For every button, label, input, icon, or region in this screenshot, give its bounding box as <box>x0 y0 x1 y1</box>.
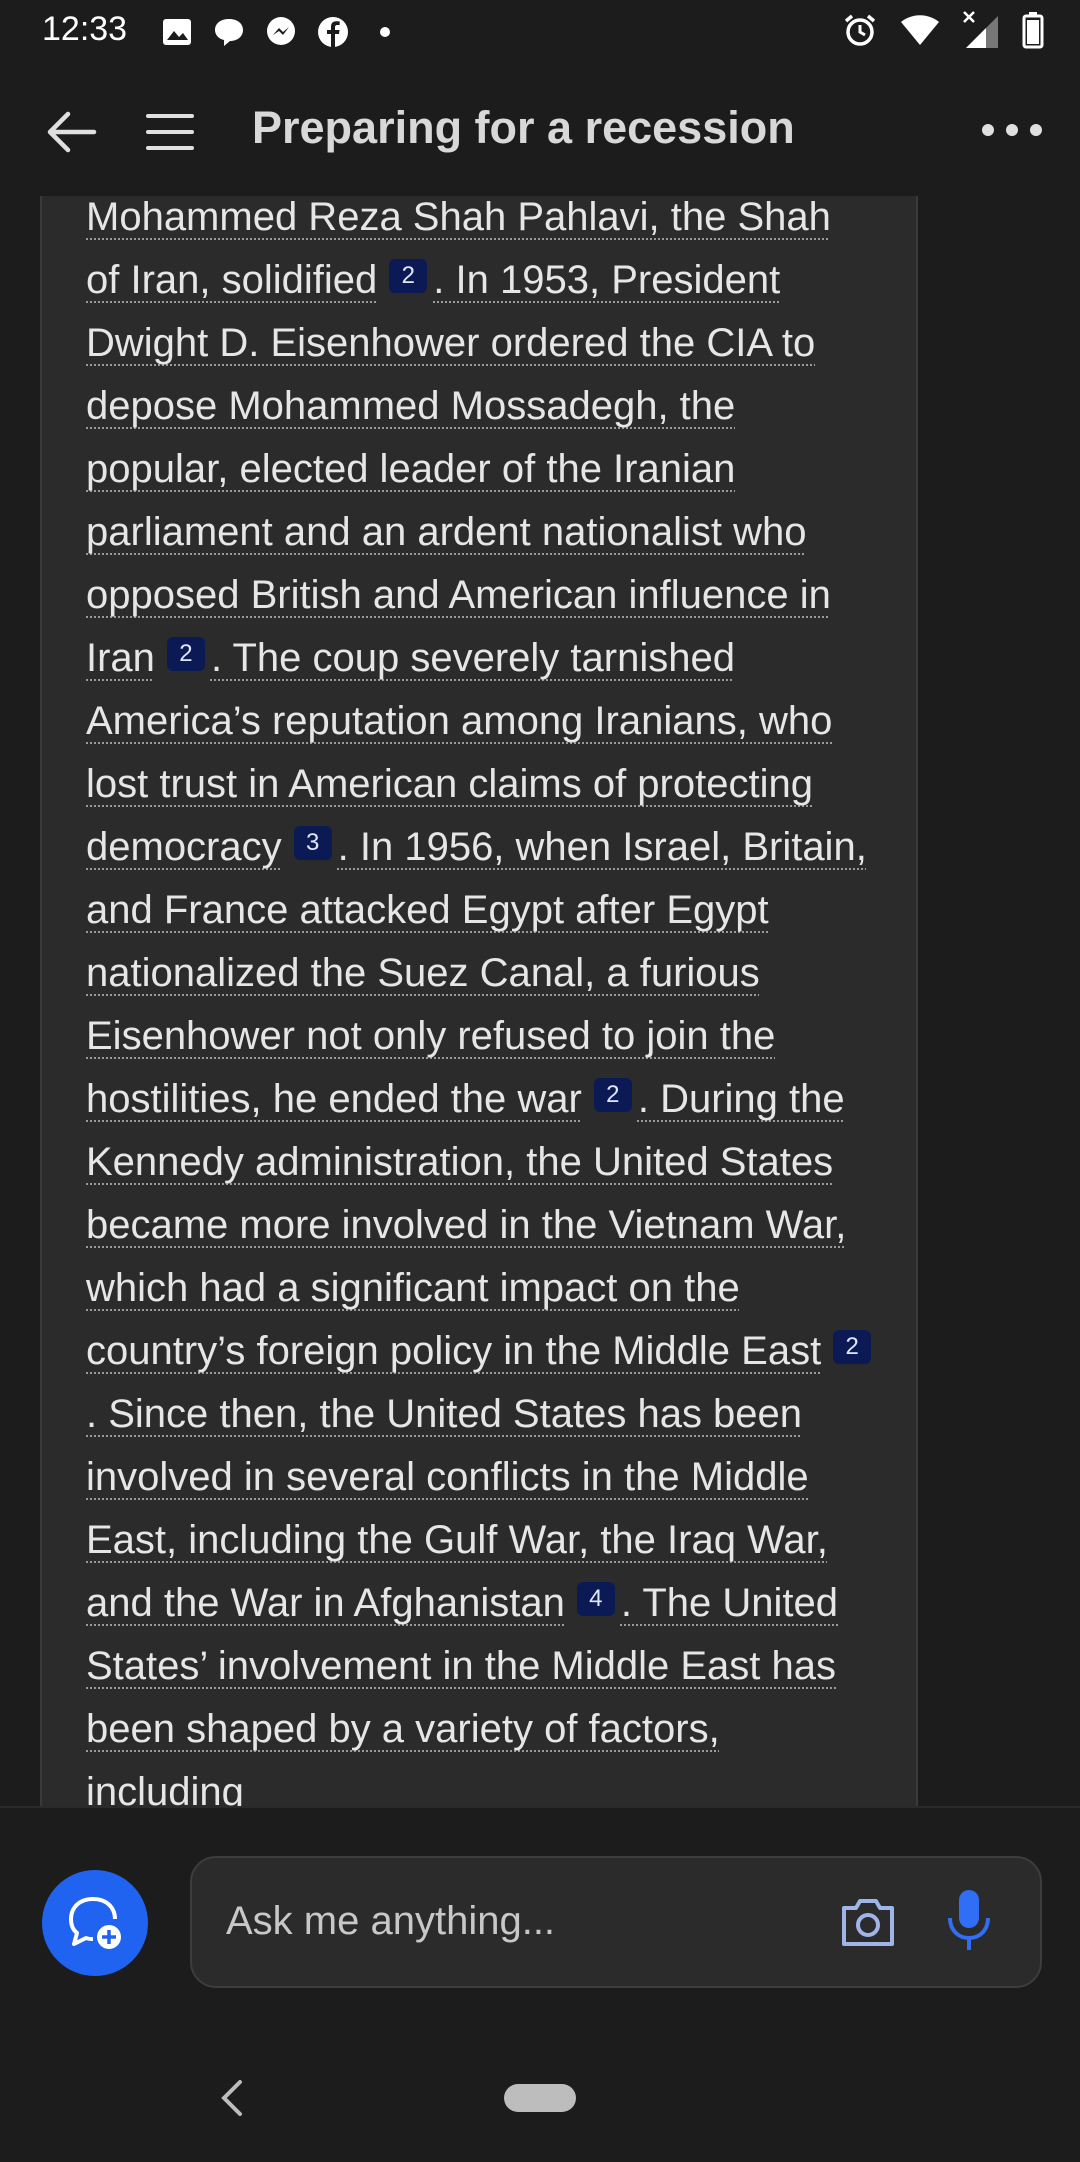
gallery-icon <box>163 19 191 45</box>
ask-box <box>190 1856 1042 1988</box>
system-icons <box>842 10 1044 50</box>
assistant-message-card: Mohammed Reza Shah Pahlavi, the Shah of … <box>40 196 918 1806</box>
citation-badge[interactable]: 2 <box>833 1330 872 1364</box>
new-topic-button[interactable] <box>42 1870 148 1976</box>
page-title: Preparing for a recession <box>252 102 795 153</box>
hamburger-menu-button[interactable] <box>142 104 198 160</box>
citation-badge[interactable]: 2 <box>166 637 205 671</box>
messenger-icon <box>267 17 295 45</box>
conversation-area[interactable]: Mohammed Reza Shah Pahlavi, the Shah of … <box>0 196 1080 1806</box>
dot-icon <box>380 27 390 37</box>
citation-badge[interactable]: 2 <box>593 1078 632 1112</box>
microphone-icon[interactable] <box>944 1888 994 1954</box>
app-header: Preparing for a recession <box>0 64 1080 196</box>
assistant-message-text: Mohammed Reza Shah Pahlavi, the Shah of … <box>86 196 886 1806</box>
ask-input[interactable] <box>224 1888 788 1954</box>
alarm-icon <box>844 14 876 46</box>
message-segment: of Iran, solidified <box>86 258 378 302</box>
status-time: 12:33 <box>42 10 128 48</box>
status-bar: 12:33 <box>0 0 1080 64</box>
message-segment: . In 1953, President Dwight D. Eisenhowe… <box>86 258 831 680</box>
new-topic-chat-icon <box>69 1897 121 1949</box>
camera-icon[interactable] <box>838 1894 898 1950</box>
signal-icon <box>963 11 998 48</box>
nav-home-pill[interactable] <box>504 2084 576 2112</box>
citation-badge[interactable]: 3 <box>293 826 332 860</box>
more-options-button[interactable] <box>980 112 1044 148</box>
message-line-partial: Mohammed Reza Shah Pahlavi, the Shah <box>86 196 831 239</box>
citation-badge[interactable]: 4 <box>576 1582 615 1616</box>
battery-icon <box>1022 12 1044 49</box>
facebook-icon <box>318 17 348 47</box>
nav-back-button[interactable] <box>214 2076 250 2120</box>
back-button[interactable] <box>44 104 100 160</box>
notification-icons <box>160 14 402 50</box>
chat-bubble-icon <box>215 19 243 46</box>
citation-badge[interactable]: 2 <box>389 259 428 293</box>
message-segment: . During the Kennedy administration, the… <box>86 1077 847 1373</box>
wifi-icon <box>901 15 939 45</box>
